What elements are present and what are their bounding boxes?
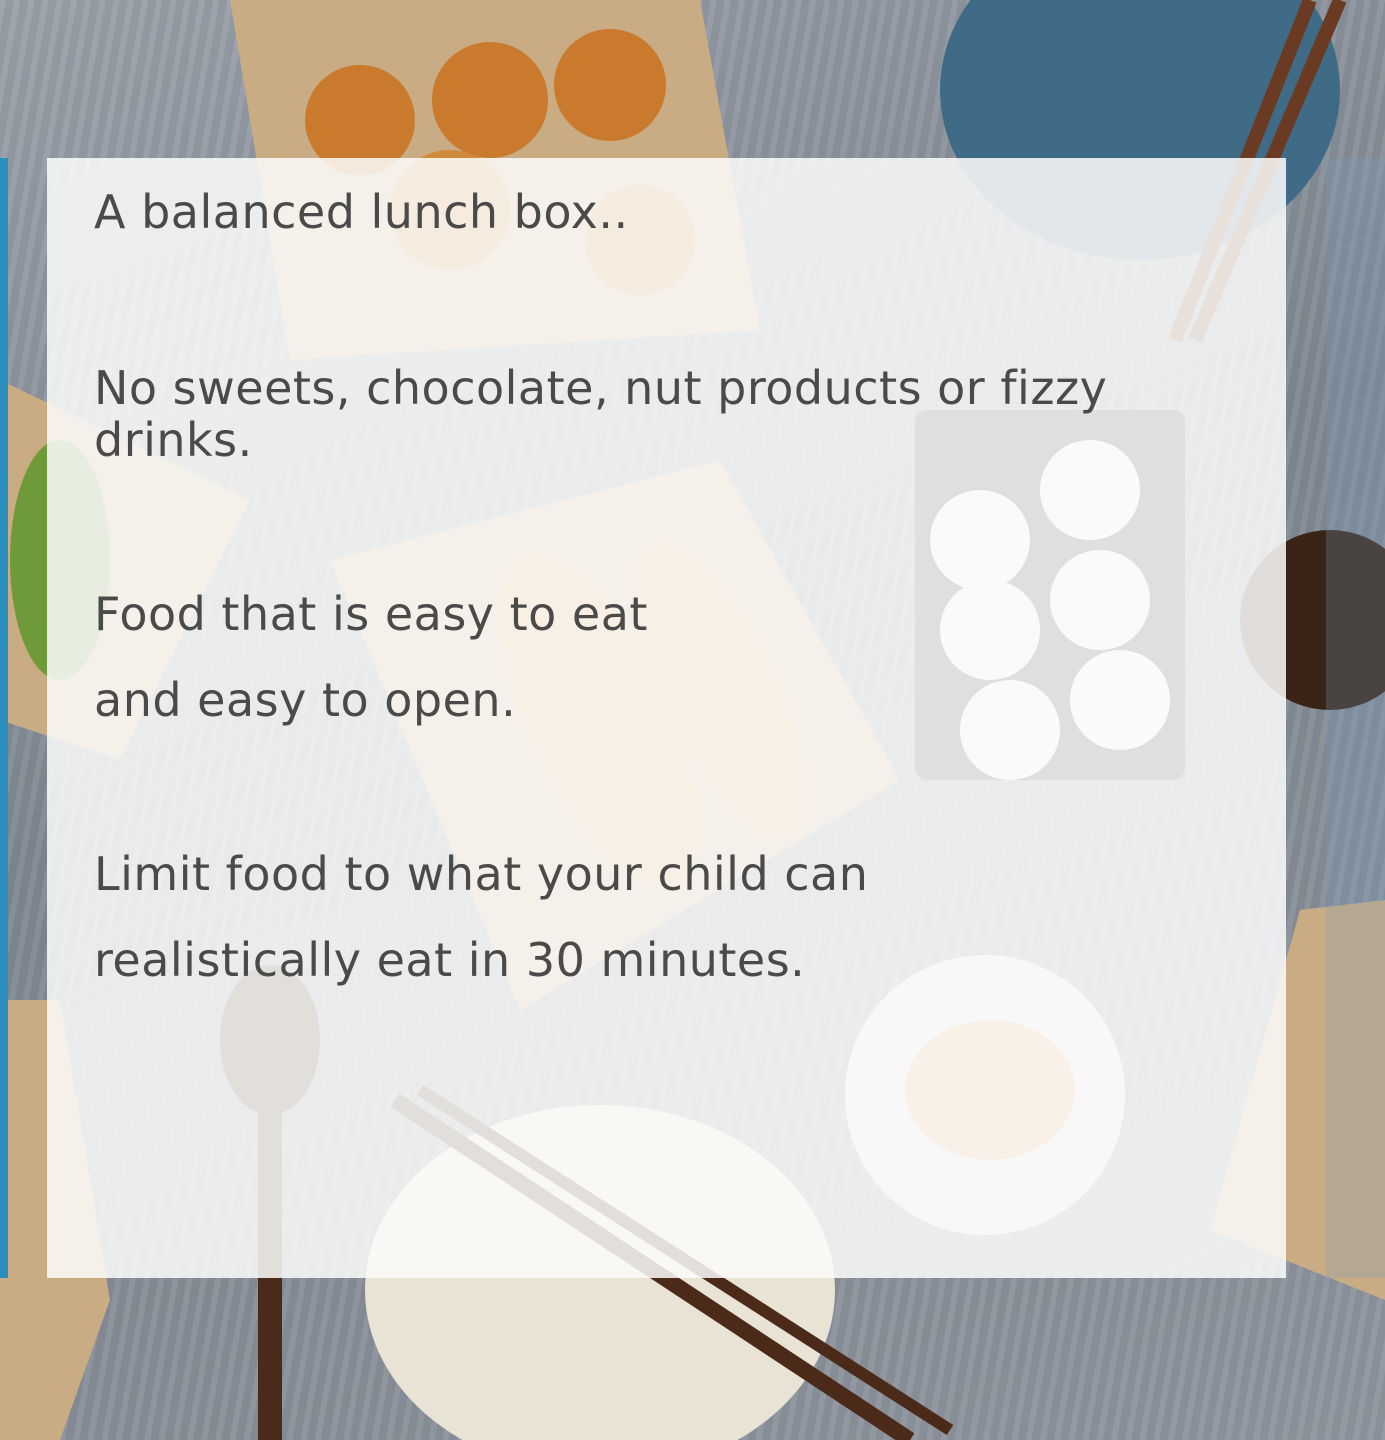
rule-text-line: Limit food to what your child can: [94, 847, 869, 901]
food-ball: [554, 29, 666, 141]
rule-text-line: realistically eat in 30 minutes.: [94, 933, 806, 987]
rule-text-line: Food that is easy to eat: [94, 587, 648, 641]
rule-text-line: drinks.: [94, 413, 253, 467]
rule-text-line: and easy to open.: [94, 673, 517, 727]
slide-title: A balanced lunch box..: [94, 185, 629, 239]
rule-text-line: No sweets, chocolate, nut products or fi…: [94, 361, 1108, 415]
accent-bar-left: [0, 158, 8, 1278]
food-ball: [432, 42, 548, 158]
content-card: A balanced lunch box.. No sweets, chocol…: [47, 158, 1286, 1278]
accent-panel-right: [1326, 158, 1385, 1278]
